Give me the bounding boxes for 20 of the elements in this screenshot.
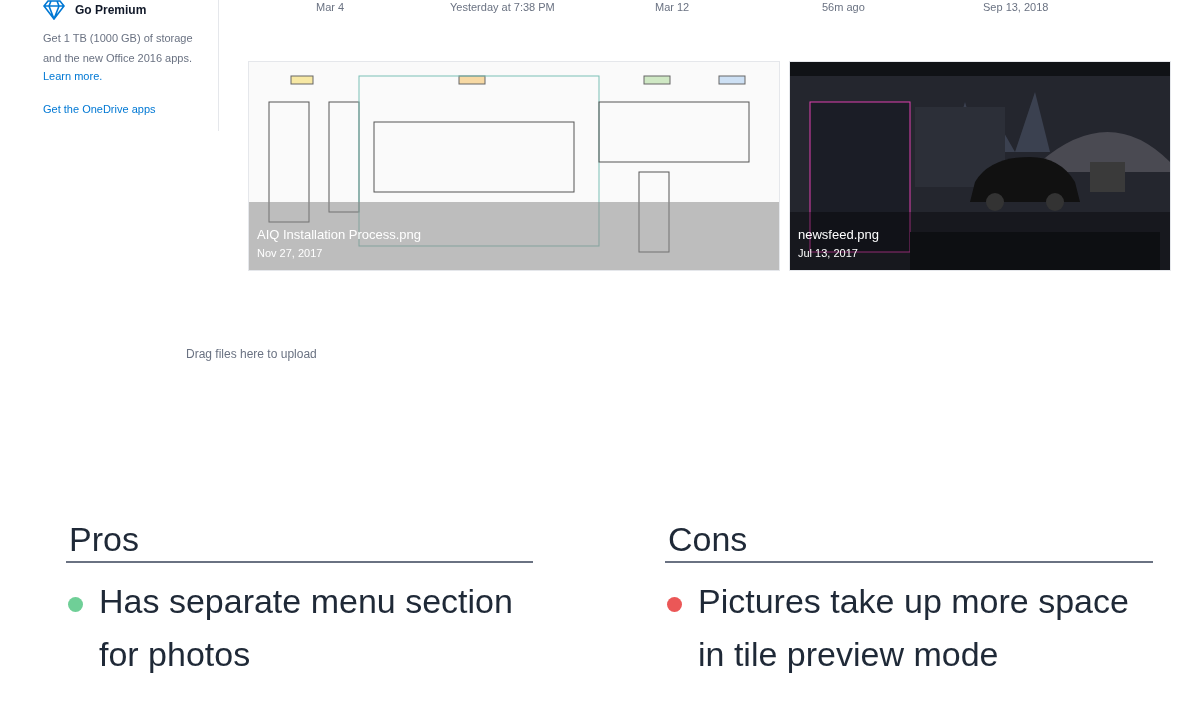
- learn-more-link[interactable]: Learn more.: [43, 68, 103, 84]
- drop-hint: Drag files here to upload: [185, 346, 317, 363]
- list-item-text: Has separate menu section for photos: [99, 581, 514, 675]
- file-name: newsfeed.png: [798, 225, 879, 244]
- date-label: Yesterday at 7:38 PM: [450, 0, 556, 15]
- file-date: Nov 27, 2017: [257, 245, 323, 261]
- premium-description: Get 1 TB (1000 GB) of storage and the new Office 2016 apps.: [43, 31, 194, 66]
- date-label: 56m ago: [822, 0, 866, 15]
- file-date: Jul 13, 2017: [798, 245, 858, 261]
- premium-title: Go Premium: [75, 2, 147, 19]
- section-heading: Cons: [665, 519, 1153, 563]
- file-tile[interactable]: newsfeed.png Jul 13, 2017: [790, 62, 1170, 270]
- file-name: AIQ Installation Process.png: [257, 225, 422, 244]
- onedrive-apps-link[interactable]: Get the OneDrive apps: [43, 101, 156, 118]
- date-label: Sep 13, 2018: [983, 0, 1050, 15]
- diamond-icon: [43, 0, 65, 20]
- list-item-text: Pictures take up more space in tile preview mode: [698, 581, 1130, 675]
- date-label: Mar 4: [316, 0, 346, 15]
- section-heading: Pros: [66, 519, 533, 563]
- date-label: Mar 12: [655, 0, 691, 15]
